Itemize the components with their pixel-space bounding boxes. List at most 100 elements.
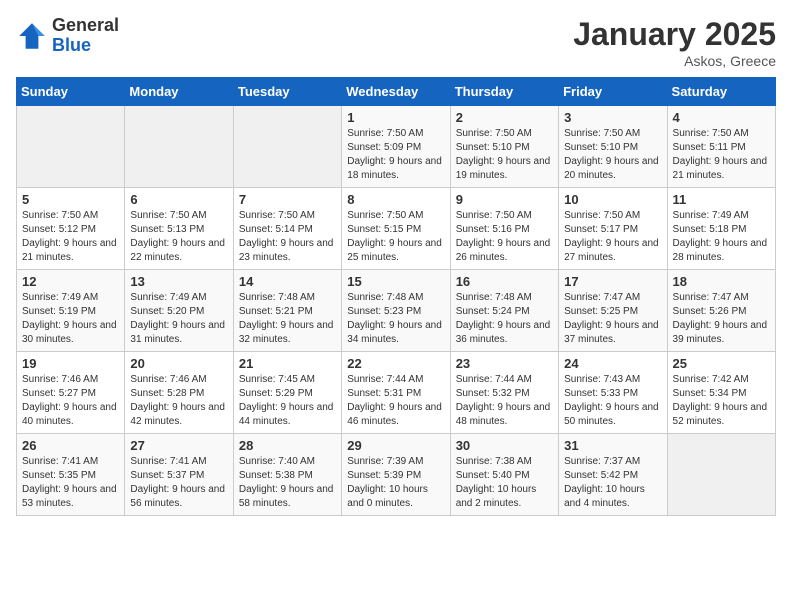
- daylight-text: Daylight: 9 hours and 40 minutes.: [22, 402, 117, 427]
- calendar-cell: 29 Sunrise: 7:39 AM Sunset: 5:39 PM Dayl…: [342, 434, 450, 516]
- day-info: Sunrise: 7:46 AM Sunset: 5:28 PM Dayligh…: [130, 373, 227, 429]
- calendar-cell: 14 Sunrise: 7:48 AM Sunset: 5:21 PM Dayl…: [233, 270, 341, 352]
- day-number: 28: [239, 438, 336, 453]
- sunset-text: Sunset: 5:16 PM: [456, 224, 530, 235]
- calendar-cell: 21 Sunrise: 7:45 AM Sunset: 5:29 PM Dayl…: [233, 352, 341, 434]
- weekday-header: Tuesday: [233, 78, 341, 106]
- daylight-text: Daylight: 9 hours and 28 minutes.: [673, 238, 768, 263]
- day-number: 29: [347, 438, 444, 453]
- sunset-text: Sunset: 5:37 PM: [130, 470, 204, 481]
- day-info: Sunrise: 7:50 AM Sunset: 5:12 PM Dayligh…: [22, 209, 119, 265]
- sunset-text: Sunset: 5:12 PM: [22, 224, 96, 235]
- calendar-cell: 20 Sunrise: 7:46 AM Sunset: 5:28 PM Dayl…: [125, 352, 233, 434]
- daylight-text: Daylight: 9 hours and 22 minutes.: [130, 238, 225, 263]
- day-info: Sunrise: 7:46 AM Sunset: 5:27 PM Dayligh…: [22, 373, 119, 429]
- sunset-text: Sunset: 5:15 PM: [347, 224, 421, 235]
- day-number: 3: [564, 110, 661, 125]
- location: Askos, Greece: [573, 53, 776, 69]
- calendar-cell: [17, 106, 125, 188]
- day-number: 2: [456, 110, 553, 125]
- calendar-cell: 8 Sunrise: 7:50 AM Sunset: 5:15 PM Dayli…: [342, 188, 450, 270]
- daylight-text: Daylight: 9 hours and 58 minutes.: [239, 484, 334, 509]
- sunrise-text: Sunrise: 7:40 AM: [239, 456, 315, 467]
- day-number: 21: [239, 356, 336, 371]
- page-header: General Blue January 2025 Askos, Greece: [16, 16, 776, 69]
- weekday-header: Thursday: [450, 78, 558, 106]
- day-info: Sunrise: 7:48 AM Sunset: 5:21 PM Dayligh…: [239, 291, 336, 347]
- daylight-text: Daylight: 9 hours and 34 minutes.: [347, 320, 442, 345]
- sunrise-text: Sunrise: 7:50 AM: [564, 128, 640, 139]
- day-number: 11: [673, 192, 770, 207]
- sunrise-text: Sunrise: 7:38 AM: [456, 456, 532, 467]
- weekday-header: Friday: [559, 78, 667, 106]
- sunset-text: Sunset: 5:42 PM: [564, 470, 638, 481]
- day-info: Sunrise: 7:45 AM Sunset: 5:29 PM Dayligh…: [239, 373, 336, 429]
- daylight-text: Daylight: 9 hours and 20 minutes.: [564, 156, 659, 181]
- daylight-text: Daylight: 9 hours and 27 minutes.: [564, 238, 659, 263]
- sunset-text: Sunset: 5:09 PM: [347, 142, 421, 153]
- day-number: 17: [564, 274, 661, 289]
- sunset-text: Sunset: 5:17 PM: [564, 224, 638, 235]
- calendar-cell: [125, 106, 233, 188]
- calendar-cell: 9 Sunrise: 7:50 AM Sunset: 5:16 PM Dayli…: [450, 188, 558, 270]
- day-number: 15: [347, 274, 444, 289]
- sunset-text: Sunset: 5:23 PM: [347, 306, 421, 317]
- day-number: 24: [564, 356, 661, 371]
- sunset-text: Sunset: 5:35 PM: [22, 470, 96, 481]
- sunrise-text: Sunrise: 7:49 AM: [130, 292, 206, 303]
- logo-blue-text: Blue: [52, 35, 91, 55]
- calendar-cell: 15 Sunrise: 7:48 AM Sunset: 5:23 PM Dayl…: [342, 270, 450, 352]
- calendar-cell: 13 Sunrise: 7:49 AM Sunset: 5:20 PM Dayl…: [125, 270, 233, 352]
- day-info: Sunrise: 7:44 AM Sunset: 5:31 PM Dayligh…: [347, 373, 444, 429]
- daylight-text: Daylight: 9 hours and 30 minutes.: [22, 320, 117, 345]
- day-info: Sunrise: 7:50 AM Sunset: 5:14 PM Dayligh…: [239, 209, 336, 265]
- sunrise-text: Sunrise: 7:48 AM: [456, 292, 532, 303]
- day-info: Sunrise: 7:49 AM Sunset: 5:19 PM Dayligh…: [22, 291, 119, 347]
- sunrise-text: Sunrise: 7:50 AM: [239, 210, 315, 221]
- daylight-text: Daylight: 9 hours and 53 minutes.: [22, 484, 117, 509]
- sunset-text: Sunset: 5:14 PM: [239, 224, 313, 235]
- day-info: Sunrise: 7:48 AM Sunset: 5:23 PM Dayligh…: [347, 291, 444, 347]
- calendar-cell: 28 Sunrise: 7:40 AM Sunset: 5:38 PM Dayl…: [233, 434, 341, 516]
- day-number: 20: [130, 356, 227, 371]
- day-info: Sunrise: 7:39 AM Sunset: 5:39 PM Dayligh…: [347, 455, 444, 511]
- daylight-text: Daylight: 9 hours and 50 minutes.: [564, 402, 659, 427]
- sunrise-text: Sunrise: 7:41 AM: [22, 456, 98, 467]
- sunset-text: Sunset: 5:31 PM: [347, 388, 421, 399]
- daylight-text: Daylight: 9 hours and 18 minutes.: [347, 156, 442, 181]
- weekday-header: Wednesday: [342, 78, 450, 106]
- day-number: 6: [130, 192, 227, 207]
- day-number: 8: [347, 192, 444, 207]
- day-info: Sunrise: 7:50 AM Sunset: 5:10 PM Dayligh…: [564, 127, 661, 183]
- day-number: 26: [22, 438, 119, 453]
- calendar-cell: [667, 434, 775, 516]
- sunset-text: Sunset: 5:25 PM: [564, 306, 638, 317]
- day-number: 13: [130, 274, 227, 289]
- sunset-text: Sunset: 5:18 PM: [673, 224, 747, 235]
- sunrise-text: Sunrise: 7:47 AM: [564, 292, 640, 303]
- day-number: 14: [239, 274, 336, 289]
- sunrise-text: Sunrise: 7:44 AM: [347, 374, 423, 385]
- calendar-cell: 5 Sunrise: 7:50 AM Sunset: 5:12 PM Dayli…: [17, 188, 125, 270]
- sunset-text: Sunset: 5:29 PM: [239, 388, 313, 399]
- sunrise-text: Sunrise: 7:49 AM: [22, 292, 98, 303]
- sunrise-text: Sunrise: 7:50 AM: [22, 210, 98, 221]
- daylight-text: Daylight: 9 hours and 26 minutes.: [456, 238, 551, 263]
- day-info: Sunrise: 7:49 AM Sunset: 5:20 PM Dayligh…: [130, 291, 227, 347]
- day-info: Sunrise: 7:40 AM Sunset: 5:38 PM Dayligh…: [239, 455, 336, 511]
- day-info: Sunrise: 7:44 AM Sunset: 5:32 PM Dayligh…: [456, 373, 553, 429]
- sunset-text: Sunset: 5:38 PM: [239, 470, 313, 481]
- logo-general-text: General: [52, 15, 119, 35]
- calendar-cell: 7 Sunrise: 7:50 AM Sunset: 5:14 PM Dayli…: [233, 188, 341, 270]
- day-number: 7: [239, 192, 336, 207]
- day-info: Sunrise: 7:50 AM Sunset: 5:09 PM Dayligh…: [347, 127, 444, 183]
- calendar-cell: 6 Sunrise: 7:50 AM Sunset: 5:13 PM Dayli…: [125, 188, 233, 270]
- sunset-text: Sunset: 5:34 PM: [673, 388, 747, 399]
- day-info: Sunrise: 7:37 AM Sunset: 5:42 PM Dayligh…: [564, 455, 661, 511]
- day-number: 25: [673, 356, 770, 371]
- calendar-cell: [233, 106, 341, 188]
- calendar-cell: 30 Sunrise: 7:38 AM Sunset: 5:40 PM Dayl…: [450, 434, 558, 516]
- daylight-text: Daylight: 9 hours and 37 minutes.: [564, 320, 659, 345]
- sunrise-text: Sunrise: 7:47 AM: [673, 292, 749, 303]
- calendar-week-row: 12 Sunrise: 7:49 AM Sunset: 5:19 PM Dayl…: [17, 270, 776, 352]
